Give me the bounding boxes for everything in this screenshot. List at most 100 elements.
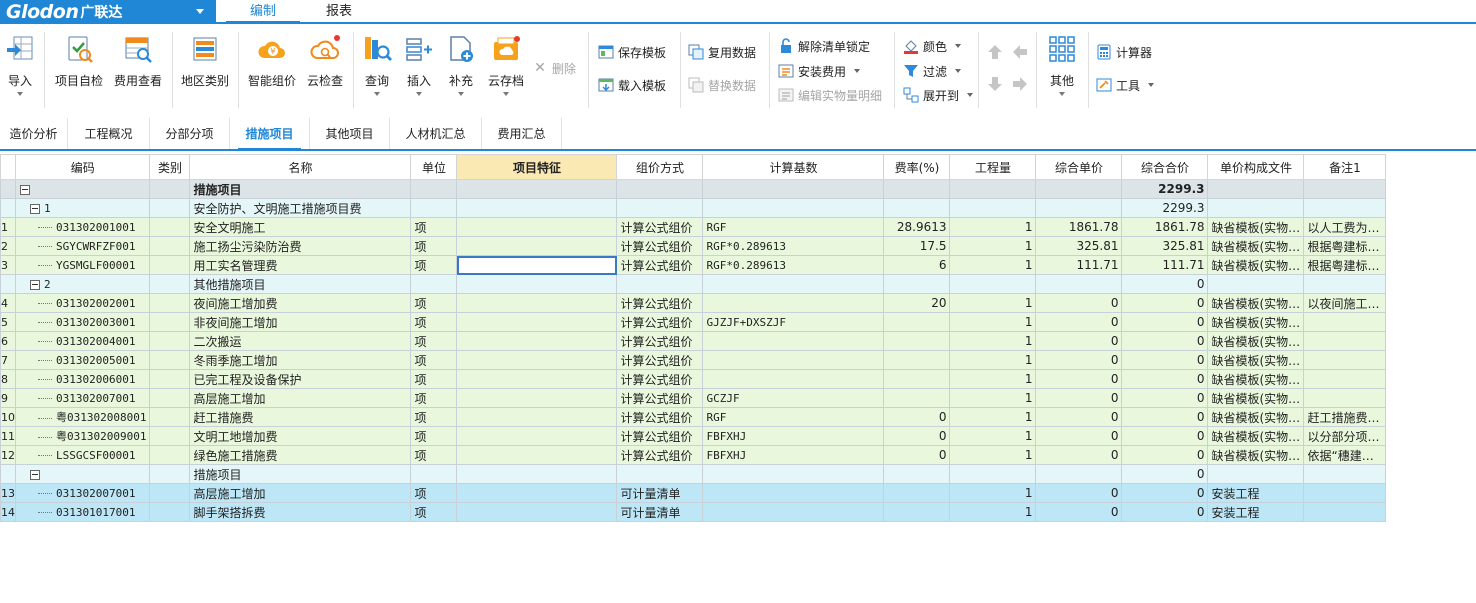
cell-price-method[interactable]: 计算公式组价 <box>616 293 704 313</box>
cell-item-feature[interactable] <box>456 293 618 313</box>
cell-price-file[interactable]: 缺省模板(实物… <box>1207 331 1305 351</box>
cell-price-file[interactable]: 缺省模板(实物… <box>1207 312 1305 332</box>
cell-unit-price[interactable]: 0 <box>1035 312 1123 332</box>
cell-price-file[interactable] <box>1207 464 1305 484</box>
cell-category[interactable] <box>149 331 191 351</box>
table-row[interactable]: 7 031302005001 冬雨季施工增加项计算公式组价 1 0 0 缺省模板(实物… <box>0 350 1387 370</box>
cell-unit[interactable]: 项 <box>410 255 458 275</box>
cell-note[interactable]: 以分部分项… <box>1303 426 1387 446</box>
cell-code[interactable]: 2 <box>14 274 151 294</box>
edit-quantity-detail-button[interactable]: 编辑实物量明细 <box>778 85 882 105</box>
cell-unit-price[interactable]: 0 <box>1035 426 1123 446</box>
cell-rate[interactable]: 0 <box>883 426 951 446</box>
cell-item-feature[interactable] <box>456 255 618 275</box>
cell-total-price[interactable]: 0 <box>1121 426 1209 446</box>
cell-unit-price[interactable] <box>1035 464 1123 484</box>
collapse-toggle-icon[interactable] <box>30 203 40 214</box>
cell-rate[interactable] <box>883 274 951 294</box>
cell-item-feature[interactable] <box>456 445 618 465</box>
cell-name[interactable]: 赶工措施费 <box>189 407 412 427</box>
cell-unit-price[interactable] <box>1035 179 1123 199</box>
cell-name[interactable]: 绿色施工措施费 <box>189 445 412 465</box>
cell-total-price[interactable]: 325.81 <box>1121 236 1209 256</box>
cell-item-feature[interactable] <box>456 464 618 484</box>
cell-code[interactable]: 粤031302008001 <box>14 407 151 427</box>
menu-tab-report[interactable]: 报表 <box>306 0 372 24</box>
expand-to-button[interactable]: 展开到 <box>903 85 974 105</box>
cell-item-feature[interactable] <box>456 312 618 332</box>
table-row[interactable]: 2 其他措施项目 0 <box>0 274 1387 294</box>
table-row[interactable]: 12 LSSGCSF00001 绿色施工措施费项计算公式组价 FBFXHJ 0 1 0 0 缺省… <box>0 445 1387 465</box>
cell-unit-price[interactable]: 0 <box>1035 350 1123 370</box>
cell-note[interactable]: 赶工措施费… <box>1303 407 1387 427</box>
cell-total-price[interactable]: 0 <box>1121 274 1209 294</box>
cell-price-method[interactable]: 计算公式组价 <box>616 312 704 332</box>
cell-quantity[interactable] <box>949 179 1037 199</box>
tools-button[interactable]: 工具 <box>1096 75 1155 95</box>
cell-unit-price[interactable] <box>1035 274 1123 294</box>
cell-name[interactable]: 非夜间施工增加 <box>189 312 412 332</box>
table-row[interactable]: 2 SGYCWRFZF001 施工扬尘污染防治费项 计算公式组价 RGF*0.28961… <box>0 236 1387 256</box>
cell-calc-base[interactable]: FBFXHJ <box>702 445 885 465</box>
header-unit[interactable]: 单位 <box>410 154 458 180</box>
cell-name[interactable]: 用工实名管理费 <box>189 255 412 275</box>
app-logo-menu[interactable]: Glodon 广联达 <box>0 0 216 24</box>
cell-code[interactable]: 031302005001 <box>14 350 151 370</box>
cell-price-method[interactable]: 可计量清单 <box>616 483 704 503</box>
cell-quantity[interactable] <box>949 274 1037 294</box>
cell-unit[interactable]: 项 <box>410 445 458 465</box>
cell-total-price[interactable]: 0 <box>1121 388 1209 408</box>
cell-note[interactable] <box>1303 483 1387 503</box>
cell-item-feature[interactable] <box>456 274 618 294</box>
cell-quantity[interactable]: 1 <box>949 445 1037 465</box>
cell-rate[interactable]: 28.9613 <box>883 217 951 237</box>
collapse-toggle-icon[interactable] <box>30 279 40 290</box>
cell-category[interactable] <box>149 445 191 465</box>
cell-name[interactable]: 措施项目 <box>189 464 412 484</box>
move-down-icon[interactable] <box>986 75 1004 93</box>
table-row[interactable]: 8 031302006001 已完工程及设备保护项计算公式组价 1 0 0 缺省模板(实物… <box>0 369 1387 389</box>
cell-calc-base[interactable] <box>702 464 885 484</box>
cell-code[interactable]: 031302001001 <box>14 217 151 237</box>
header-quantity[interactable]: 工程量 <box>949 154 1037 180</box>
cell-calc-base[interactable] <box>702 502 885 522</box>
cell-quantity[interactable]: 1 <box>949 407 1037 427</box>
cell-price-method[interactable] <box>616 179 704 199</box>
cell-quantity[interactable]: 1 <box>949 236 1037 256</box>
cell-name[interactable]: 脚手架搭拆费 <box>189 502 412 522</box>
cell-total-price[interactable]: 2299.3 <box>1121 198 1209 218</box>
cell-code[interactable]: LSSGCSF00001 <box>14 445 151 465</box>
table-row[interactable]: 6 031302004001 二次搬运项计算公式组价 1 0 0 缺省模板(实物… <box>0 331 1387 351</box>
cell-code[interactable]: 031301017001 <box>14 502 151 522</box>
table-row[interactable]: 3 YGSMGLF00001 用工实名管理费项 计算公式组价 RGF*0.289613 6… <box>0 255 1387 275</box>
self-check-button[interactable]: 项目自检 <box>52 24 106 114</box>
cell-note[interactable] <box>1303 274 1387 294</box>
collapse-toggle-icon[interactable] <box>30 469 40 480</box>
cell-category[interactable] <box>149 217 191 237</box>
cell-code[interactable]: 粤031302009001 <box>14 426 151 446</box>
cell-item-feature[interactable] <box>456 350 618 370</box>
cell-unit[interactable]: 项 <box>410 293 458 313</box>
cell-category[interactable] <box>149 388 191 408</box>
table-row[interactable]: 措施项目 0 <box>0 464 1387 484</box>
cell-price-file[interactable]: 缺省模板(实物… <box>1207 217 1305 237</box>
cell-note[interactable] <box>1303 350 1387 370</box>
cell-category[interactable] <box>149 179 191 199</box>
header-category[interactable]: 类别 <box>149 154 191 180</box>
menu-tab-compile[interactable]: 编制 <box>226 0 300 24</box>
cell-total-price[interactable]: 0 <box>1121 312 1209 332</box>
tab-sub-items[interactable]: 分部分项 <box>150 118 230 149</box>
tab-fee-summary[interactable]: 费用汇总 <box>482 118 562 149</box>
header-unit-price[interactable]: 综合单价 <box>1035 154 1123 180</box>
cell-quantity[interactable]: 1 <box>949 350 1037 370</box>
cloud-archive-button[interactable]: 云存档 <box>484 24 528 114</box>
cell-quantity[interactable]: 1 <box>949 502 1037 522</box>
cell-category[interactable] <box>149 369 191 389</box>
cell-price-method[interactable] <box>616 198 704 218</box>
cell-price-file[interactable] <box>1207 179 1305 199</box>
cloud-check-button[interactable]: 云检查 <box>302 24 348 114</box>
cell-price-file[interactable]: 缺省模板(实物… <box>1207 388 1305 408</box>
cell-category[interactable] <box>149 426 191 446</box>
cell-code[interactable]: YGSMGLF00001 <box>14 255 151 275</box>
cell-unit[interactable]: 项 <box>410 350 458 370</box>
